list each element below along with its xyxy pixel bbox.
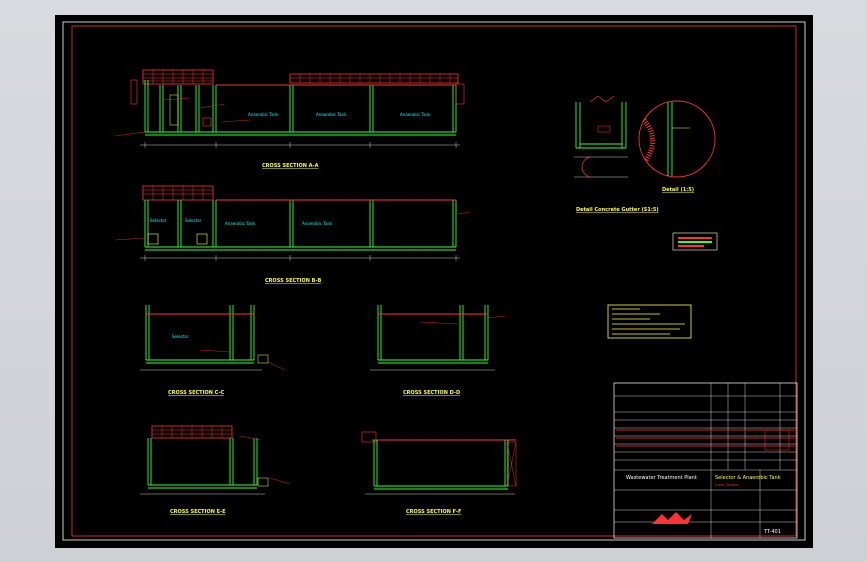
gutter-detail-title: Detail Concrete Gutter (S1:5): [576, 207, 659, 213]
section-d-title: CROSS SECTION D-D: [403, 390, 460, 396]
anaerobic-label-b2: Anaerobic Tank: [302, 221, 333, 226]
project-title: Wastewater Treatment Plant: [626, 475, 697, 481]
section-b-title: CROSS SECTION B-B: [265, 278, 322, 284]
section-f-title: CROSS SECTION F-F: [406, 509, 461, 515]
anaerobic-label-a3: Anaerobic Tank: [400, 112, 431, 117]
cad-viewport: Anaerobic Tank Anaerobic Tank Anaerobic …: [0, 0, 867, 562]
selector-label-b1: Selector: [150, 218, 167, 223]
anaerobic-label-a1: Anaerobic Tank: [248, 112, 279, 117]
selector-label-c: Selector: [172, 334, 189, 339]
section-e-title: CROSS SECTION E-E: [170, 509, 226, 515]
drawing-area: [55, 15, 813, 548]
section-c-title: CROSS SECTION C-C: [168, 390, 224, 396]
circle-detail-title: Detail (1:5): [662, 187, 694, 193]
drawing-subtitle: Cross Section: [715, 483, 739, 487]
anaerobic-label-a2: Anaerobic Tank: [316, 112, 347, 117]
selector-label-b2: Selector: [185, 218, 202, 223]
drawing-number: TT-401: [763, 529, 781, 535]
drawing-sheet: Anaerobic Tank Anaerobic Tank Anaerobic …: [55, 15, 813, 548]
section-a-title: CROSS SECTION A-A: [262, 163, 319, 169]
anaerobic-label-b1: Anaerobic Tank: [225, 221, 256, 226]
drawing-title: Selector & Anaerobic Tank: [715, 475, 781, 481]
